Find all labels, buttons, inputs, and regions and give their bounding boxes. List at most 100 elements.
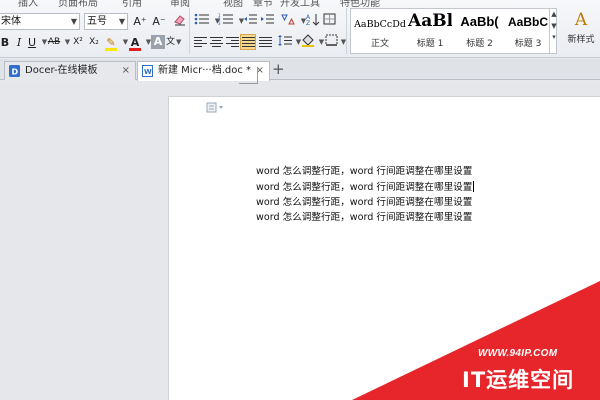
numbering-button[interactable]: 123	[218, 13, 234, 30]
font-color-button[interactable]: A	[128, 34, 142, 51]
distributed-button[interactable]	[259, 34, 273, 51]
svg-text:3: 3	[218, 21, 221, 25]
style-heading-3[interactable]: AaBbC 标题 3	[506, 9, 550, 53]
chevron-up-icon[interactable]: ▲	[550, 10, 558, 18]
indent-icon	[261, 14, 274, 24]
strikethrough-button[interactable]: AB	[47, 34, 61, 51]
style-heading-2[interactable]: AaBb( 标题 2	[454, 9, 505, 53]
align-left-button[interactable]	[194, 34, 208, 51]
close-icon[interactable]: ×	[122, 62, 130, 79]
paragraph-handle[interactable]	[206, 102, 226, 113]
align-center-icon	[210, 37, 223, 48]
align-right-button[interactable]	[226, 34, 240, 51]
document-text[interactable]: word 怎么调整行距，word 行间距调整在哪里设置	[256, 182, 472, 193]
document-tab-bar: D Docer-在线模板 × W 新建 Micr···档.doc * × +	[0, 59, 600, 81]
new-style-icon: A	[574, 10, 588, 30]
style-preview: AaBl	[408, 11, 452, 31]
menu-page-layout[interactable]: 页面布局	[58, 0, 98, 9]
margin-corner-mark	[239, 67, 258, 84]
menu-sections[interactable]: 章节	[253, 0, 273, 9]
borders-button[interactable]	[322, 13, 336, 30]
superscript-button[interactable]: X²	[71, 34, 85, 51]
chinese-layout-button[interactable]	[280, 13, 296, 30]
styles-gallery: AaBbCcDd 正文 AaBl 标题 1 AaBb( 标题 2 AaBbC 标…	[350, 8, 557, 54]
increase-indent-button[interactable]	[260, 13, 274, 30]
eraser-icon	[173, 15, 185, 26]
align-center-button[interactable]	[210, 34, 224, 51]
style-label: 标题 2	[466, 39, 493, 49]
paint-bucket-icon	[302, 34, 314, 47]
subscript-button[interactable]: X₂	[87, 34, 101, 51]
new-style-label: 新样式	[567, 35, 595, 45]
new-style-button[interactable]: A 新样式	[562, 8, 600, 54]
bullets-button[interactable]	[194, 13, 210, 30]
style-preview: AaBbC	[507, 15, 548, 29]
style-normal[interactable]: AaBbCcDd 正文	[353, 9, 407, 53]
align-right-icon	[226, 37, 239, 48]
document-text-line[interactable]: word 怎么调整行距，word 行间距调整在哪里设置	[256, 197, 472, 209]
font-size-select[interactable]: 五号 ▼	[84, 13, 128, 30]
style-heading-1[interactable]: AaBl 标题 1	[408, 9, 452, 53]
menu-view[interactable]: 视图	[223, 0, 243, 9]
outdent-icon	[244, 14, 257, 24]
chinese-layout-icon	[281, 14, 295, 25]
style-label: 标题 1	[416, 39, 444, 49]
document-text-line[interactable]: word 怎么调整行距，word 行间距调整在哪里设置	[256, 181, 475, 194]
decrease-indent-button[interactable]	[243, 13, 257, 30]
word-document-icon: W	[142, 65, 153, 77]
align-left-icon	[194, 37, 207, 48]
bullet-list-icon	[194, 13, 209, 25]
document-text-line[interactable]: word 怎么调整行距，word 行间距调整在哪里设置	[256, 166, 472, 178]
font-color-bar	[129, 48, 141, 51]
grow-font-button[interactable]: A⁺	[133, 13, 147, 30]
bold-button[interactable]: B	[0, 34, 12, 51]
watermark-url: WWW.94IP.COM	[478, 348, 558, 359]
style-preview: AaBbCcDd	[354, 19, 406, 30]
justify-icon	[242, 37, 255, 48]
style-preview: AaBb(	[460, 14, 499, 29]
chevron-down-icon: ▼	[176, 38, 182, 46]
sort-button[interactable]: AZ	[306, 13, 320, 30]
menu-developer[interactable]: 开发工具	[280, 0, 320, 9]
phonetic-guide-button[interactable]: 文▼	[166, 34, 181, 51]
char-shading-button[interactable]: A	[151, 35, 165, 49]
expand-gallery-icon[interactable]: ▾	[550, 33, 558, 41]
font-size-value: 五号	[87, 16, 107, 27]
chevron-down-icon: ▼	[70, 17, 77, 26]
watermark-brand: IT运维空间	[462, 368, 575, 392]
document-text-line[interactable]: word 怎么调整行距，word 行间距调整在哪里设置	[256, 212, 472, 224]
clear-format-button[interactable]	[172, 13, 186, 30]
shrink-font-button[interactable]: A⁻	[152, 13, 166, 30]
menu-review[interactable]: 审阅	[170, 0, 190, 9]
styles-scroll[interactable]: ▲ ▼ ▾	[549, 8, 558, 54]
shading-button[interactable]	[301, 34, 315, 51]
toolbar-divider	[346, 8, 347, 54]
italic-button[interactable]: I	[12, 34, 26, 51]
menu-insert[interactable]: 插入	[18, 0, 38, 9]
font-family-select[interactable]: 宋体 ▼	[0, 13, 80, 30]
chevron-down-icon: ▼	[64, 38, 71, 46]
chevron-down-icon: ▼	[118, 17, 125, 26]
chevron-down-icon[interactable]: ▼	[550, 22, 558, 30]
style-label: 标题 3	[514, 39, 542, 49]
svg-text:W: W	[144, 68, 152, 76]
highlight-color-bar	[105, 48, 117, 51]
menu-bar: 插入 页面布局 引用 审阅 视图 章节 开发工具 特色功能	[0, 0, 600, 9]
svg-text:D: D	[12, 68, 19, 77]
distributed-align-icon	[259, 37, 272, 48]
add-tab-button[interactable]: +	[272, 61, 285, 78]
highlight-button[interactable]: ✎	[104, 34, 118, 51]
justify-button[interactable]	[242, 34, 256, 51]
menu-references[interactable]: 引用	[122, 0, 142, 9]
toolbar-divider	[189, 8, 190, 54]
style-label: 正文	[370, 39, 389, 49]
line-spacing-button[interactable]	[278, 34, 292, 51]
svg-text:Z: Z	[306, 20, 310, 26]
sort-icon: AZ	[306, 14, 320, 27]
tab-docer-templates[interactable]: D Docer-在线模板 ×	[4, 61, 136, 80]
numbered-list-icon: 123	[218, 13, 233, 26]
paragraph-borders-dropdown[interactable]: ▼	[336, 34, 350, 51]
docer-icon: D	[9, 65, 20, 77]
border-grid-icon	[323, 13, 335, 25]
ribbon-toolbar: 插入 页面布局 引用 审阅 视图 章节 开发工具 特色功能 宋体 ▼ 五号 ▼ …	[0, 0, 600, 58]
